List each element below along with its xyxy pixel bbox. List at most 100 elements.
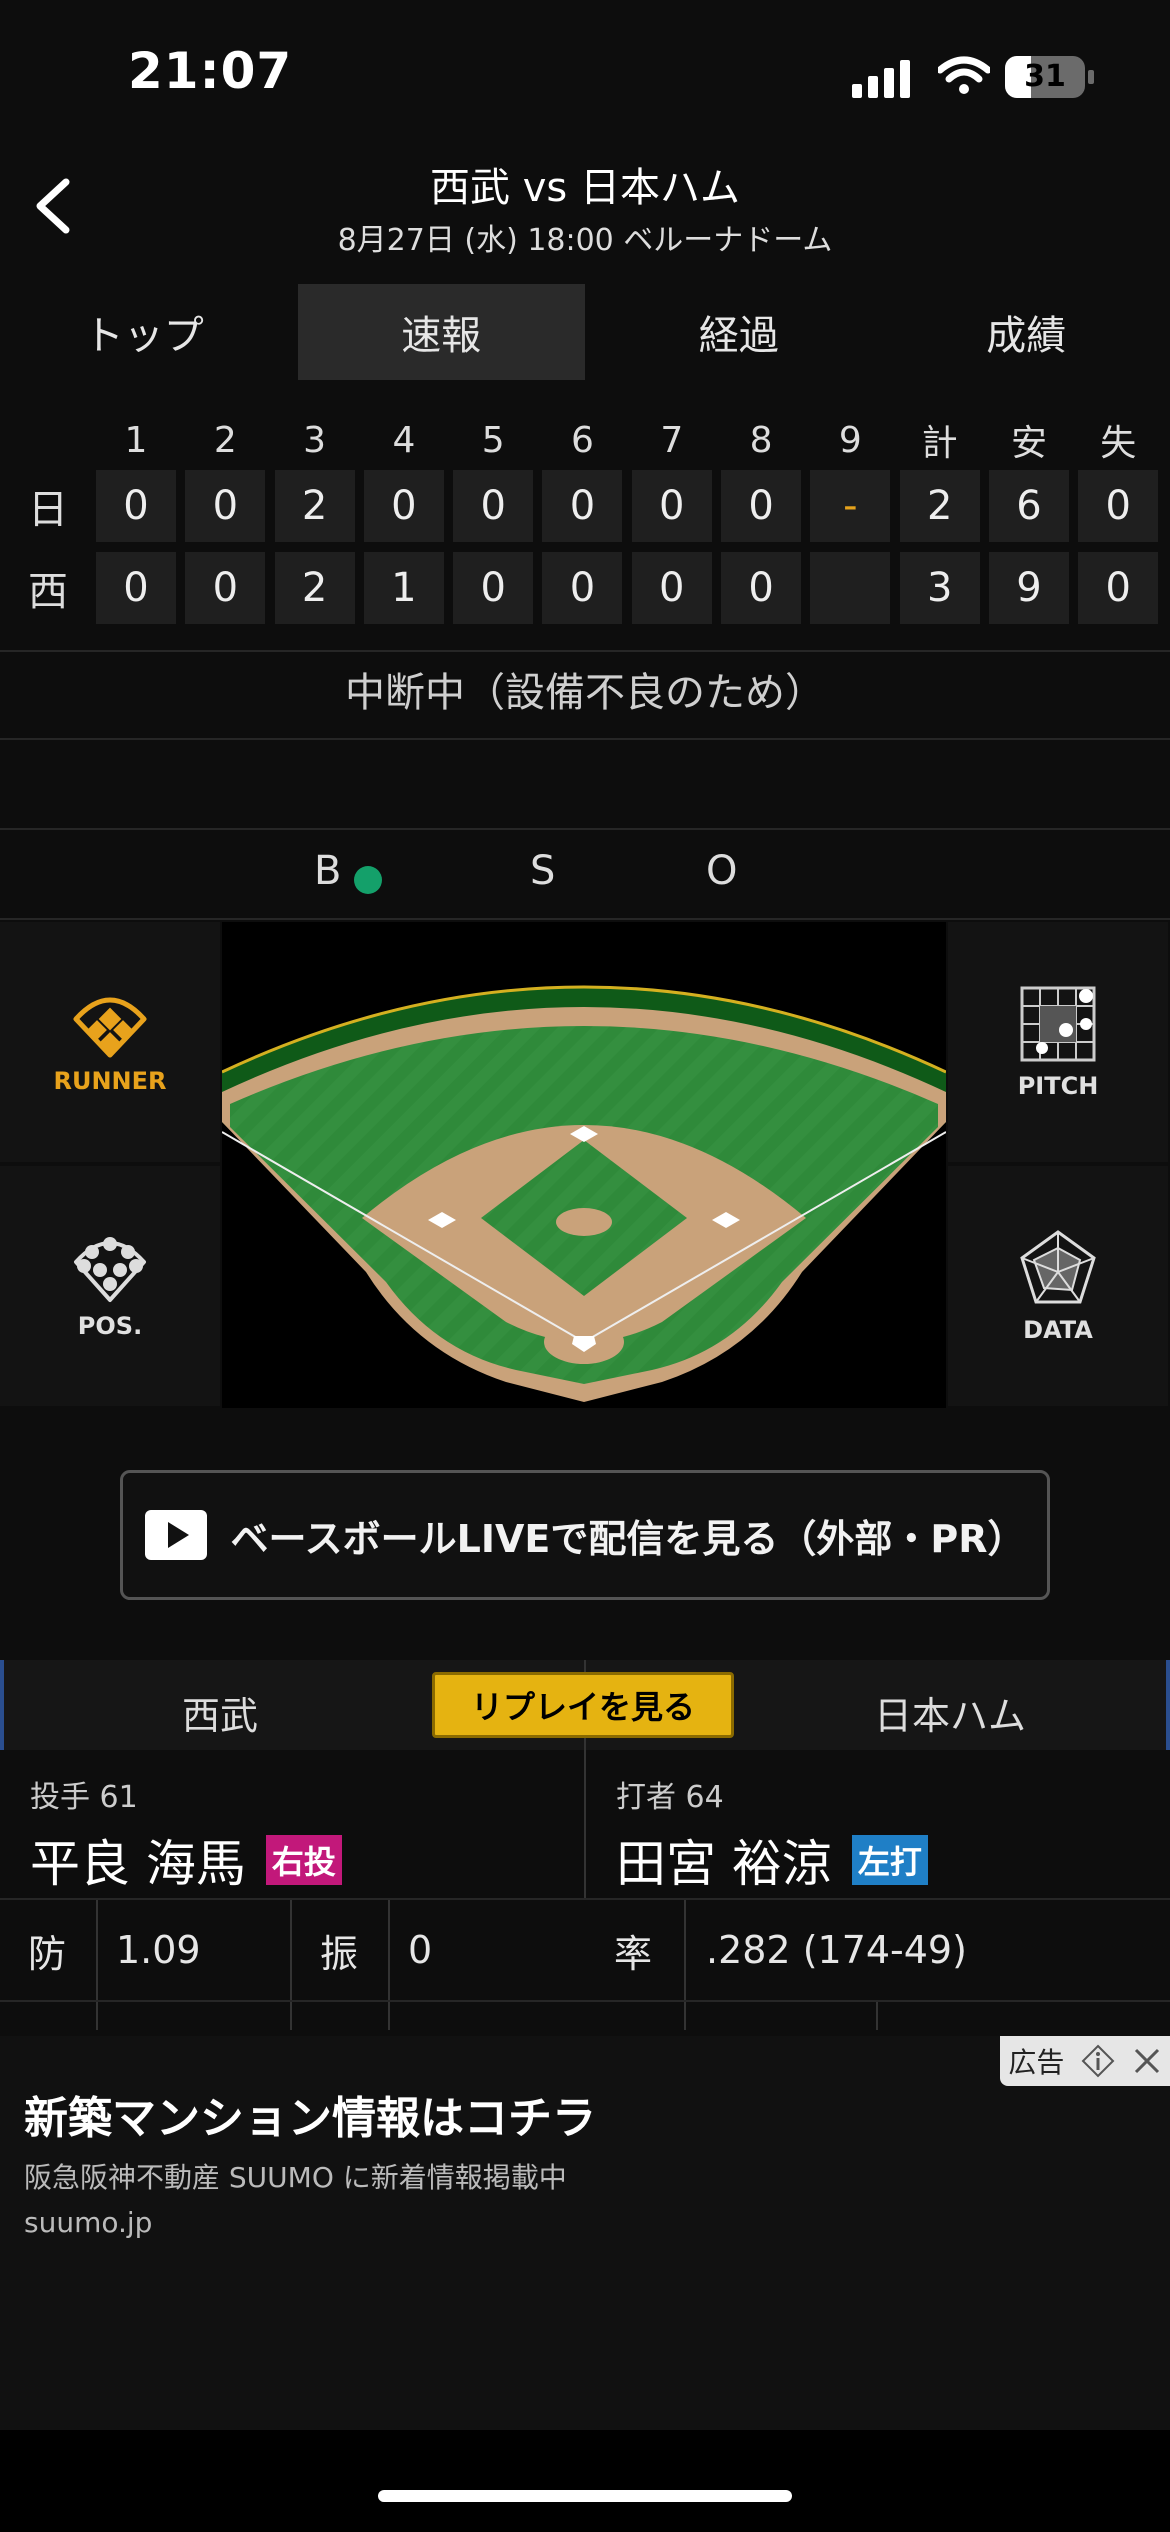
divider [0, 828, 1170, 830]
tab-bar: トップ 速報 経過 成績 [0, 282, 1170, 382]
era-label: 防 [28, 1931, 67, 1976]
data-button[interactable]: DATA [948, 1166, 1168, 1406]
radar-chart-icon [1020, 1230, 1096, 1304]
divider [290, 1900, 292, 2030]
score-cell: - [810, 470, 891, 542]
inning-header: 計 [921, 423, 958, 464]
position-button[interactable]: POS. [0, 1166, 220, 1406]
inning-header: 2 [213, 419, 237, 461]
tab-progress[interactable]: 経過 [595, 282, 883, 382]
ad-info-icon[interactable] [1081, 2044, 1115, 2078]
divider [388, 1900, 390, 2030]
team-home-tab[interactable]: 西武 [0, 1685, 440, 1740]
score-cell: 0 [96, 552, 176, 624]
runner-button[interactable]: RUNNER [0, 922, 220, 1162]
battery-level: 31 [1024, 59, 1066, 94]
team-away-tab[interactable]: 日本ハム [730, 1685, 1170, 1740]
divider [0, 918, 1170, 920]
score-cell: 3 [899, 552, 980, 624]
ad-url: suumo.jp [24, 2206, 153, 2239]
ad-description: 阪急阪神不動産 SUUMO に新着情報掲載中 [24, 2161, 567, 2194]
strikeout-label: 振 [320, 1931, 359, 1976]
signal-icon [852, 60, 910, 98]
scoreboard-row-home: 西 00210000390 [0, 552, 1170, 624]
game-info: 8月27日 (水) 18:00 ベルーナドーム [337, 223, 833, 258]
stream-cta-label: ベースボールLIVEで配信を見る（外部・PR） [230, 1516, 1026, 1561]
divider [0, 2000, 1170, 2002]
ad-tag: 広告 [1000, 2036, 1170, 2086]
divider [684, 1900, 686, 2030]
batter-panel: 打者 64 田宮 裕涼 左打 [616, 1752, 1170, 1898]
data-label: DATA [1023, 1316, 1093, 1344]
score-cell: 0 [721, 470, 802, 542]
ad-close-icon[interactable] [1132, 2046, 1162, 2076]
game-status: 中断中（設備不良のため） [345, 670, 825, 716]
inning-header: 安 [1010, 423, 1047, 464]
pitch-grid-icon [1020, 986, 1096, 1062]
score-cell: 2 [274, 552, 355, 624]
ad-label: 広告 [1008, 2046, 1065, 2079]
pitcher-role: 投手 61 [30, 1780, 138, 1815]
scoreboard-row-visitor: 日 00200000-260 [0, 470, 1170, 542]
player-stats: 防 1.09 振 0 率 .282 (174-49) [0, 1900, 1170, 2030]
runner-icon [73, 997, 147, 1058]
position-icon [74, 1237, 146, 1302]
tab-live[interactable]: 速報 [297, 284, 585, 380]
score-cell [810, 552, 891, 624]
team-abbr: 西 [28, 569, 68, 615]
batter-name-row: 田宮 裕涼 左打 [616, 1824, 1170, 1896]
play-icon [144, 1510, 207, 1560]
pitcher-name-row: 平良 海馬 右投 [30, 1824, 614, 1896]
ball-dot [354, 858, 382, 904]
score-cell: 2 [899, 470, 980, 542]
inning-header: 8 [749, 419, 773, 461]
inning-header: 6 [571, 419, 594, 461]
score-cell: 0 [1078, 552, 1159, 624]
avg-value: .282 (174-49) [706, 1928, 967, 1972]
strike-label: S [530, 848, 556, 894]
score-cell: 0 [453, 470, 534, 542]
score-cell: 0 [185, 470, 266, 542]
tab-top[interactable]: トップ [0, 282, 288, 382]
divider [876, 2002, 878, 2030]
inning-header: 失 [1100, 423, 1137, 464]
stream-cta-button[interactable]: ベースボールLIVEで配信を見る（外部・PR） [120, 1470, 1050, 1600]
pitcher-panel: 投手 61 平良 海馬 右投 [30, 1752, 614, 1898]
inning-header: 4 [392, 419, 416, 461]
score-cell: 0 [631, 552, 712, 624]
score-cell: 1 [363, 552, 444, 624]
batter-hand-badge: 左打 [851, 1835, 928, 1885]
score-cell: 0 [542, 470, 623, 542]
scoreboard-header: 1 2 3 4 5 6 7 8 9 計 安 失 [0, 410, 1170, 470]
score-cell: 0 [453, 552, 534, 624]
runner-label: RUNNER [53, 1067, 167, 1095]
score-cell: 0 [542, 552, 623, 624]
battery-tip [1088, 70, 1094, 84]
batter-role: 打者 64 [616, 1780, 724, 1815]
score-cell: 0 [96, 470, 176, 542]
count-display: B S O [0, 838, 1170, 908]
score-cell: 2 [274, 470, 355, 542]
home-indicator[interactable] [378, 2490, 792, 2502]
pitcher-hand-badge: 右投 [265, 1835, 342, 1885]
score-cell: 9 [988, 552, 1069, 624]
inning-header: 7 [660, 419, 684, 461]
divider [0, 650, 1170, 652]
score-cell: 0 [631, 470, 712, 542]
divider [96, 1900, 98, 2030]
score-cell: 0 [721, 552, 802, 624]
status-time: 21:07 [128, 42, 293, 100]
score-cell: 6 [988, 470, 1069, 542]
wifi-icon [938, 56, 990, 94]
out-label: O [706, 848, 738, 894]
tab-stats[interactable]: 成績 [883, 282, 1170, 382]
battery-icon: 31 [1005, 56, 1085, 98]
ad-title: 新築マンション情報はコチラ [24, 2093, 596, 2144]
replay-button[interactable]: リプレイを見る [432, 1672, 734, 1738]
pitch-button[interactable]: PITCH [948, 922, 1168, 1162]
batter-name: 田宮 裕涼 [616, 1835, 832, 1893]
home-indicator-area [0, 2430, 1170, 2532]
inning-header: 5 [481, 419, 505, 461]
score-cell: 0 [1078, 470, 1159, 542]
inning-header: 9 [838, 419, 862, 461]
